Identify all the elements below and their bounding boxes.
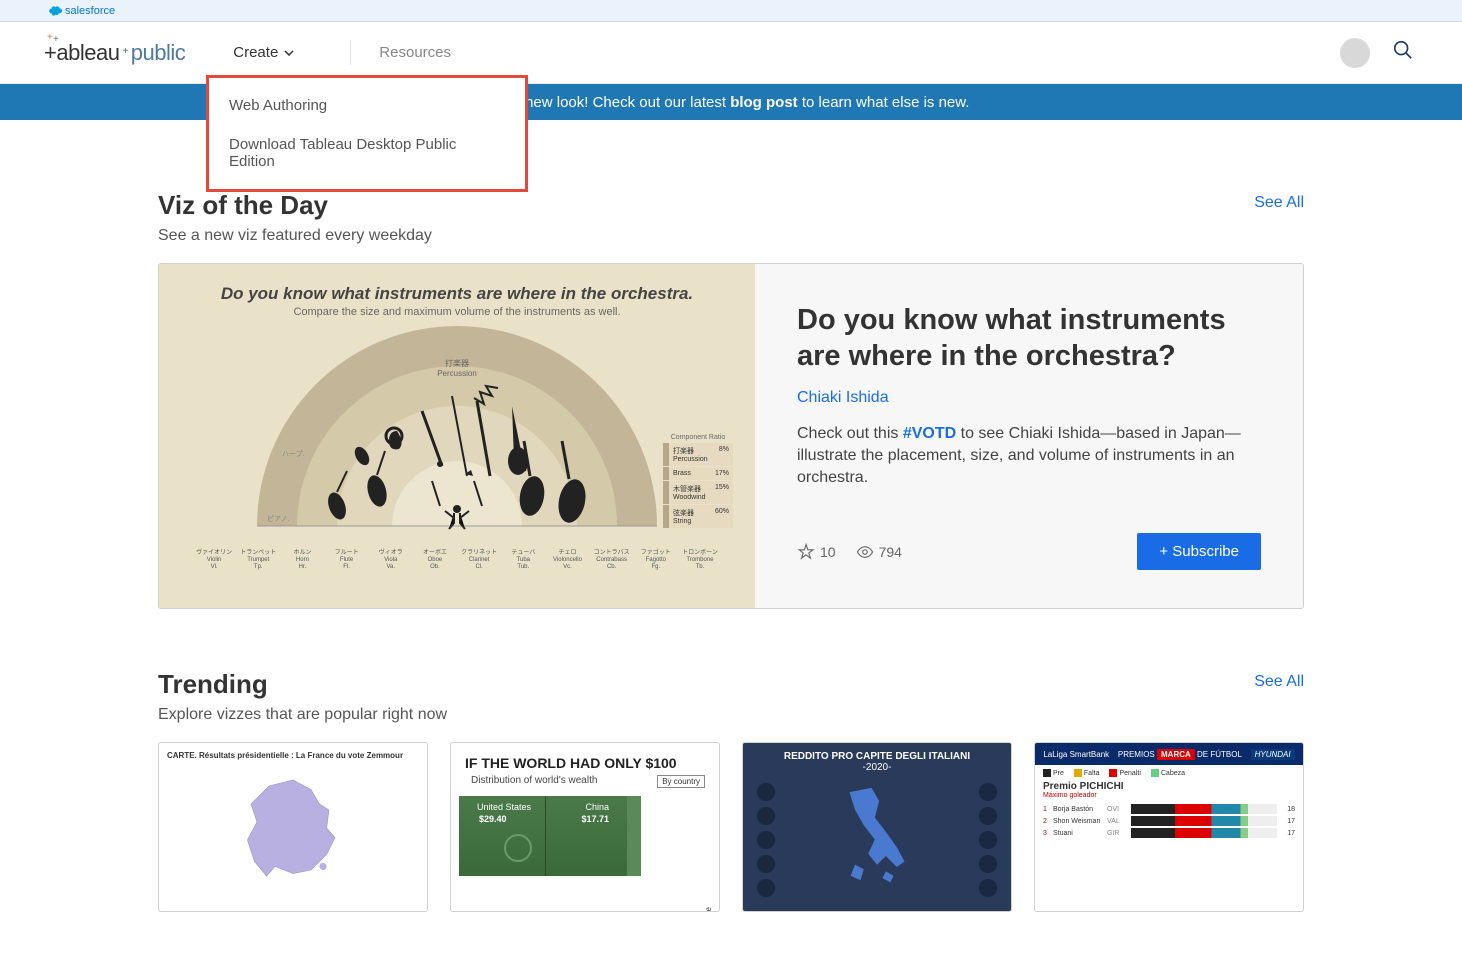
nav-create[interactable]: Create xyxy=(233,40,294,65)
votd-views: 794 xyxy=(856,543,902,561)
search-button[interactable] xyxy=(1388,35,1418,70)
svg-text:ハープ.: ハープ. xyxy=(282,450,305,458)
trending-card-3[interactable]: REDDITO PRO CAPITE DEGLI ITALIANI -2020- xyxy=(742,742,1012,912)
svg-text:打楽器: 打楽器 xyxy=(445,358,469,368)
svg-text:ピアノ.: ピアノ. xyxy=(267,515,289,523)
trending-card-4[interactable]: LaLiga SmartBank PREMIOS MARCA DE FÚTBOL… xyxy=(1034,742,1304,912)
italy-map-icon xyxy=(822,779,932,889)
votd-see-all[interactable]: See All xyxy=(1254,194,1304,212)
create-dropdown: Web Authoring Download Tableau Desktop P… xyxy=(206,75,528,192)
salesforce-logo[interactable]: salesforce xyxy=(48,5,115,17)
nav-resources[interactable]: Resources xyxy=(350,40,451,65)
votd-title: Do you know what instruments are where i… xyxy=(797,302,1261,375)
votd-section-sub: See a new viz featured every weekday xyxy=(158,227,432,245)
votd-info: Do you know what instruments are where i… xyxy=(755,264,1303,608)
votd-card: Do you know what instruments are where i… xyxy=(158,263,1304,609)
nav: Create Resources xyxy=(233,40,451,65)
votd-author[interactable]: Chiaki Ishida xyxy=(797,389,1261,407)
dropdown-web-authoring[interactable]: Web Authoring xyxy=(209,86,525,125)
banner-link[interactable]: blog post xyxy=(730,94,798,111)
dropdown-download-desktop[interactable]: Download Tableau Desktop Public Edition xyxy=(209,125,525,181)
france-map-icon xyxy=(228,768,358,888)
votd-description: Check out this #VOTD to see Chiaki Ishid… xyxy=(797,423,1261,490)
votd-section-title: Viz of the Day xyxy=(158,190,432,221)
votd-favorites[interactable]: 10 xyxy=(797,543,836,561)
star-icon xyxy=(797,543,815,561)
svg-text:Percussion: Percussion xyxy=(437,369,477,378)
trending-card-2[interactable]: IF THE WORLD HAD ONLY $100 Distribution … xyxy=(450,742,720,912)
salesforce-bar: salesforce xyxy=(0,0,1462,22)
trending-see-all[interactable]: See All xyxy=(1254,673,1304,691)
search-icon xyxy=(1392,39,1414,61)
votd-thumbnail[interactable]: Do you know what instruments are where i… xyxy=(159,264,755,608)
cloud-icon xyxy=(48,6,62,16)
logo[interactable]: +++ableau++public xyxy=(44,40,185,66)
table-row: 3StuaniGIR17 xyxy=(1035,827,1303,839)
eye-icon xyxy=(856,543,874,561)
votd-hashtag[interactable]: #VOTD xyxy=(903,425,956,442)
avatar[interactable] xyxy=(1340,38,1370,68)
subscribe-button[interactable]: + Subscribe xyxy=(1137,533,1261,570)
table-row: 1Borja BastónOVI18 xyxy=(1035,803,1303,815)
trending-section-sub: Explore vizzes that are popular right no… xyxy=(158,706,447,724)
trending-section-title: Trending xyxy=(158,669,447,700)
trending-card-1[interactable]: CARTE. Résultats présidentielle : La Fra… xyxy=(158,742,428,912)
chevron-down-icon xyxy=(284,50,294,56)
table-row: 2Shon WeismanVAL17 xyxy=(1035,815,1303,827)
